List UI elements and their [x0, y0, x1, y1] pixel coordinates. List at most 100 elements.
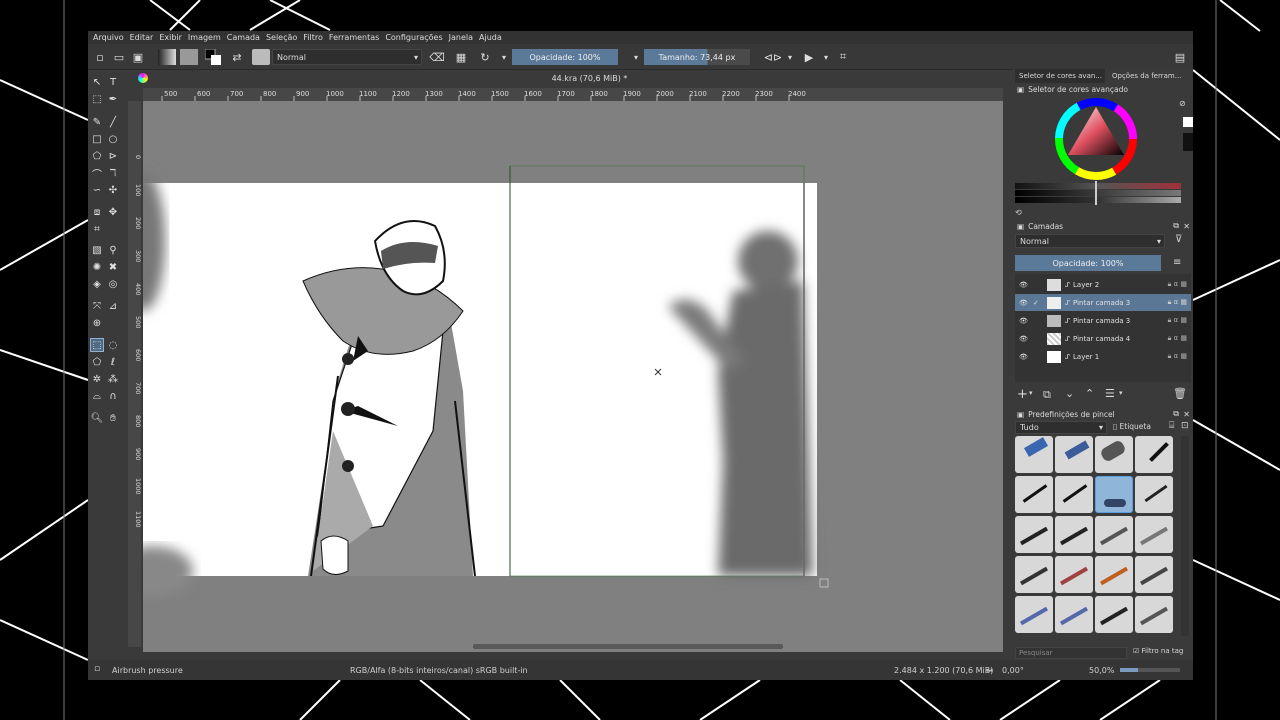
vertical-scrollbar[interactable]: [1003, 101, 1011, 652]
chevron-down-icon[interactable]: ▾: [786, 49, 794, 65]
brush-preset-texture[interactable]: [1095, 596, 1133, 633]
brush-preset-marker[interactable]: [1015, 516, 1053, 553]
menu-camada[interactable]: Camada: [227, 33, 260, 42]
mirror-horizontal-icon[interactable]: ⊲⊳: [764, 49, 782, 65]
brush-preset-ink-fine[interactable]: [1055, 476, 1093, 513]
measure-tool-icon[interactable]: ⊿: [106, 299, 120, 313]
duplicate-layer-icon[interactable]: ⧉: [1043, 388, 1051, 402]
brush-preset-pastel[interactable]: [1055, 556, 1093, 593]
saturation-slider[interactable]: [1015, 197, 1181, 203]
blend-mode-select[interactable]: Normal ▾: [272, 49, 422, 65]
text-tool-icon[interactable]: T: [106, 75, 120, 89]
bezier-tool-icon[interactable]: ⌒: [90, 166, 104, 181]
filter-tag-checkbox[interactable]: ☑ Filtro na tag: [1133, 647, 1183, 655]
brush-preset-basic[interactable]: [1095, 516, 1133, 553]
layer-lock-icon[interactable]: 🔒︎ α ▦: [1168, 280, 1187, 289]
multibrush-icon[interactable]: ✣: [106, 183, 120, 197]
chevron-down-icon[interactable]: ▾: [822, 49, 830, 65]
float-icon[interactable]: ⧉: [1173, 221, 1179, 231]
edit-shapes-icon[interactable]: ⬚: [90, 92, 104, 106]
close-icon[interactable]: ✕: [1183, 410, 1190, 419]
brush-preset-fill[interactable]: [1135, 556, 1173, 593]
tag-button[interactable]: ▯ Etiqueta: [1113, 422, 1151, 431]
pattern-fill-icon[interactable]: ◎: [106, 277, 120, 291]
chevron-down-icon[interactable]: ▾: [1119, 389, 1123, 397]
layer-lock-icon[interactable]: 🔒︎ α ▦: [1168, 316, 1187, 325]
add-layer-icon[interactable]: +: [1017, 387, 1028, 402]
zoom-value[interactable]: 50,0%: [1089, 666, 1114, 675]
chevron-down-icon[interactable]: ▾: [1029, 389, 1033, 397]
ellipse-tool-icon[interactable]: ○: [106, 132, 120, 146]
menu-arquivo[interactable]: Arquivo: [93, 33, 124, 42]
opacity-slider[interactable]: Opacidade: 100%: [512, 49, 618, 65]
polygonal-select-icon[interactable]: ⬠: [90, 355, 104, 369]
menu-icon[interactable]: ≡: [1173, 257, 1181, 268]
chevron-down-icon[interactable]: ▾: [500, 49, 508, 65]
freehand-brush-icon[interactable]: ✎: [90, 115, 104, 129]
reference-tool-icon[interactable]: ⊕: [90, 316, 104, 330]
wrap-around-icon[interactable]: ⌗: [836, 49, 850, 65]
brush-preset-blender[interactable]: [1095, 436, 1133, 473]
brush-grid-scrollbar[interactable]: [1181, 436, 1189, 636]
zoom-slider[interactable]: [1120, 668, 1180, 672]
new-document-icon[interactable]: ▫: [93, 49, 107, 65]
foreground-swatch[interactable]: [1183, 117, 1193, 127]
swap-colors-icon[interactable]: ⇄: [230, 49, 244, 65]
layer-row-selected[interactable]: 👁︎ ✓ ᔑ Pintar camada 3 🔒︎ α ▦: [1015, 294, 1191, 311]
bezier-select-icon[interactable]: ⌓: [90, 389, 104, 403]
eye-icon[interactable]: 👁︎: [1019, 317, 1033, 325]
crop-tool-icon[interactable]: ⌗: [90, 222, 104, 236]
magnetic-select-icon[interactable]: ∩: [106, 389, 120, 403]
eye-icon[interactable]: 👁︎: [1019, 353, 1033, 361]
menu-exibir[interactable]: Exibir: [159, 33, 182, 42]
transform-handle[interactable]: [819, 578, 829, 588]
brush-filter-select[interactable]: Tudo ▾: [1015, 421, 1107, 434]
brush-preset-watercolor[interactable]: [1015, 596, 1053, 633]
gradient-tool-icon[interactable]: ▧: [90, 243, 104, 257]
layer-row[interactable]: 👁︎ ᔑ Pintar camada 3 🔒︎ α ▦: [1015, 312, 1191, 329]
eye-icon[interactable]: 👁︎: [1019, 281, 1033, 289]
layers-opacity-slider[interactable]: Opacidade: 100%: [1015, 255, 1161, 271]
value-slider[interactable]: [1015, 190, 1181, 196]
brush-preset-icon[interactable]: [252, 49, 270, 65]
menu-ajuda[interactable]: Ajuda: [479, 33, 502, 42]
zoom-tool-icon[interactable]: 🔍︎: [90, 411, 104, 425]
smart-patch-icon[interactable]: ✖: [106, 260, 120, 274]
line-tool-icon[interactable]: ╱: [106, 115, 120, 129]
fg-bg-color-icon[interactable]: [204, 49, 222, 65]
vertical-ruler[interactable]: 0 100 200 300 400 500 600 700 800 900 10…: [128, 101, 141, 647]
view-mode-icon[interactable]: ⊡: [1181, 421, 1189, 431]
brush-preset-oil[interactable]: [1095, 556, 1133, 593]
canvas-area[interactable]: [143, 101, 1003, 652]
fill-tool-icon[interactable]: ◈: [90, 277, 104, 291]
brush-search-input[interactable]: Pesquisar: [1015, 647, 1127, 659]
brush-preset-basic-2[interactable]: [1135, 516, 1173, 553]
rectangle-tool-icon[interactable]: □: [90, 132, 104, 146]
menu-filtro[interactable]: Filtro: [303, 33, 323, 42]
brush-preset-pencil[interactable]: [1135, 476, 1173, 513]
workspace-icon[interactable]: ▤: [1173, 49, 1187, 65]
freehand-path-icon[interactable]: ℸ: [106, 166, 120, 180]
menu-janela[interactable]: Janela: [449, 33, 473, 42]
layer-lock-icon[interactable]: 🔒︎ α ▦: [1168, 334, 1187, 343]
brush-preset-eraser[interactable]: [1015, 436, 1053, 473]
brush-preset-eraser-soft[interactable]: [1055, 436, 1093, 473]
layer-row[interactable]: 👁︎ ᔑ Layer 1 🔒︎ α ▦: [1015, 348, 1191, 365]
hue-slider[interactable]: [1015, 183, 1181, 189]
pattern-selector[interactable]: [180, 49, 198, 65]
move-layer-down-icon[interactable]: ⌄: [1065, 387, 1074, 400]
menu-selecao[interactable]: Seleção: [266, 33, 297, 42]
eye-icon[interactable]: 👁︎: [1019, 335, 1033, 343]
eye-icon[interactable]: 👁︎: [1019, 299, 1033, 307]
brush-preset-texture-2[interactable]: [1135, 596, 1173, 633]
size-slider[interactable]: Tamanho: 73,44 px: [644, 49, 750, 65]
horizontal-ruler[interactable]: 500 600 700 800 900 1000 1100 1200 1300 …: [143, 88, 1003, 101]
calligraphy-icon[interactable]: ✒: [106, 92, 120, 106]
color-wheel[interactable]: [1051, 97, 1141, 181]
close-icon[interactable]: ✕: [1183, 222, 1190, 231]
polyline-tool-icon[interactable]: ⊳: [106, 149, 120, 163]
move-tool-icon[interactable]: ✥: [106, 205, 120, 219]
background-swatch[interactable]: [1183, 133, 1193, 151]
artwork-canvas[interactable]: [143, 101, 1003, 652]
delete-layer-icon[interactable]: 🗑︎: [1173, 387, 1187, 400]
